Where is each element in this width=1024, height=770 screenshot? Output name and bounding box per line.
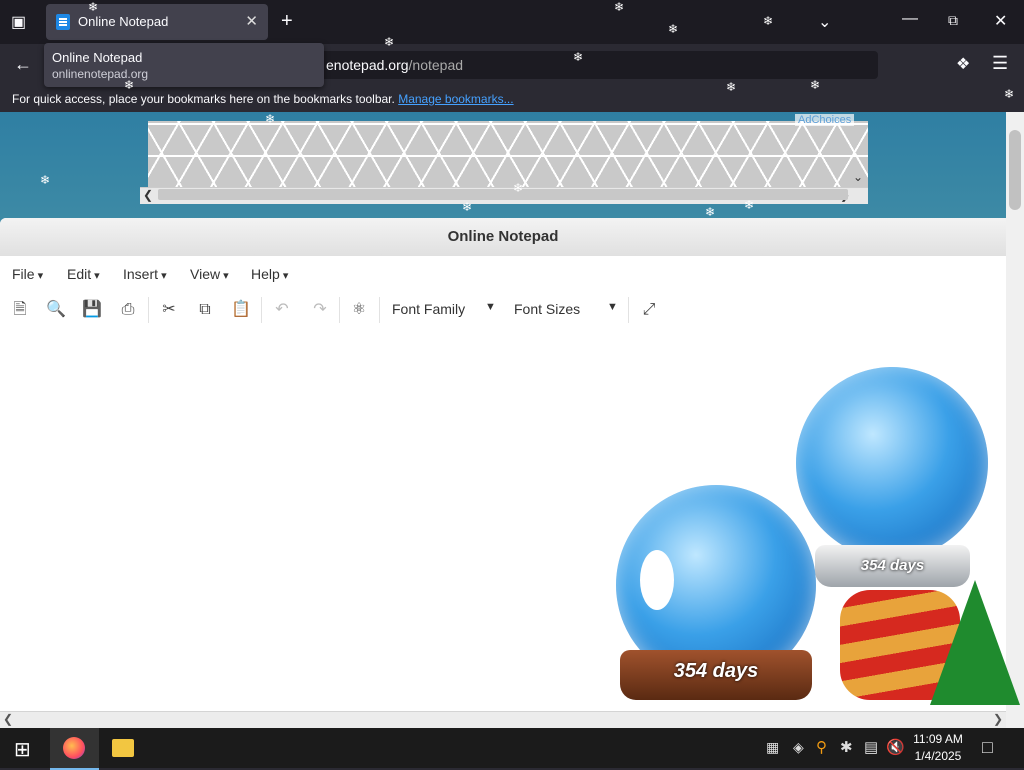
- menu-help[interactable]: Help: [251, 266, 288, 282]
- bookmarks-message: For quick access, place your bookmarks h…: [12, 92, 395, 106]
- new-document-icon[interactable]: 🗎: [10, 300, 30, 320]
- new-tab-button[interactable]: +: [281, 10, 293, 33]
- network-icon[interactable]: ▤: [864, 738, 878, 756]
- menu-view[interactable]: View: [190, 266, 229, 282]
- tab-title: Online Notepad: [78, 14, 169, 29]
- snowflake-icon: ❄: [573, 50, 584, 64]
- editor-toolbar: 🗎 🔍 💾 ⎙ ✂ ⧉ 📋 ↶ ↷ ⚛ Font Family ▼ Font S…: [0, 291, 1006, 330]
- ad-scroll-down-icon[interactable]: ⌄: [853, 170, 863, 184]
- snowflake-icon: ❄: [726, 80, 737, 94]
- adchoices-label[interactable]: AdChoices: [795, 114, 855, 126]
- menu-edit[interactable]: Edit: [67, 266, 100, 282]
- snowflake-icon: ❄: [668, 22, 679, 36]
- tab-online-notepad[interactable]: Online Notepad ✕: [46, 4, 268, 40]
- snow-globe-large: [796, 367, 988, 559]
- fullscreen-icon[interactable]: ⤢: [639, 300, 659, 320]
- font-sizes-caret-icon[interactable]: ▼: [607, 301, 618, 313]
- snowflake-icon: ❄: [124, 78, 135, 92]
- snowflake-icon: ❄: [384, 35, 395, 49]
- snowflake-icon: ❄: [763, 14, 774, 28]
- url-host: enotepad.org: [326, 57, 409, 73]
- globe-large-days-text: 354 days: [860, 557, 925, 574]
- snowflake-icon: ❄: [705, 205, 716, 219]
- globe-small-days-text: 354 days: [673, 660, 759, 682]
- snowflake-icon: ❄: [614, 0, 625, 14]
- firefox-icon: [63, 737, 85, 759]
- tray-search-icon[interactable]: ⚲: [816, 738, 827, 756]
- windows-start-icon[interactable]: ⊞: [14, 737, 31, 762]
- tab-tooltip: Online Notepad onlinenotepad.org: [44, 43, 324, 87]
- extensions-icon[interactable]: ❖: [956, 54, 970, 74]
- tray-app-icon[interactable]: ▦: [766, 739, 779, 756]
- snowflake-icon: ❄: [410, 562, 421, 576]
- snowflake-icon: ❄: [810, 78, 821, 92]
- scroll-left-icon[interactable]: ❮: [3, 712, 13, 726]
- file-explorer-icon[interactable]: [112, 739, 134, 757]
- toolbar-divider: [148, 297, 149, 323]
- toolbar-divider: [261, 297, 262, 323]
- font-family-dropdown[interactable]: Font Family: [392, 301, 465, 317]
- close-window-icon[interactable]: ✕: [994, 11, 1007, 31]
- clock-date: 1/4/2025: [914, 749, 962, 763]
- snowflake-icon: ❄: [40, 173, 51, 187]
- snowflake-icon: ❄: [88, 0, 99, 14]
- save-icon[interactable]: 💾: [82, 300, 102, 320]
- menu-insert[interactable]: Insert: [123, 266, 167, 282]
- tab-list-icon[interactable]: ▣: [11, 12, 26, 32]
- tray-bluetooth-icon[interactable]: ✱: [840, 738, 853, 756]
- scroll-right-icon[interactable]: ❯: [993, 712, 1003, 726]
- back-arrow-icon[interactable]: ←: [14, 54, 32, 75]
- close-tab-icon[interactable]: ✕: [245, 12, 258, 30]
- print-icon[interactable]: ⎙: [118, 300, 138, 320]
- tooltip-title: Online Notepad: [52, 50, 143, 65]
- manage-bookmarks-link[interactable]: Manage bookmarks...: [398, 92, 513, 106]
- toolbar-divider: [628, 297, 629, 323]
- tab-strip: ▣ Online Notepad ✕ + ⌄ — ⧉ ✕: [0, 0, 1024, 44]
- paste-icon[interactable]: 📋: [231, 300, 251, 320]
- christmas-tree-icon: [930, 580, 1020, 705]
- taskbar-clock[interactable]: 11:09 AM 1/4/2025: [908, 731, 968, 765]
- page-horizontal-scrollbar[interactable]: ❮ ❯: [0, 711, 1006, 729]
- list-all-tabs-icon[interactable]: ⌄: [818, 12, 831, 32]
- tray-droplet-icon[interactable]: ◈: [793, 739, 804, 756]
- font-sizes-dropdown[interactable]: Font Sizes: [514, 301, 580, 317]
- notepad-favicon-icon: [56, 14, 70, 30]
- snowflake-icon: ❄: [462, 200, 473, 214]
- cut-icon[interactable]: ✂: [159, 300, 179, 320]
- clock-time: 11:09 AM: [913, 732, 963, 746]
- bookmarks-toolbar: For quick access, place your bookmarks h…: [0, 86, 1024, 112]
- redo-icon[interactable]: ↷: [310, 300, 330, 320]
- notifications-icon[interactable]: □: [982, 737, 993, 758]
- toolbar-divider: [339, 297, 340, 323]
- menu-file[interactable]: File: [12, 266, 43, 282]
- volume-muted-icon[interactable]: 🔇: [886, 738, 905, 756]
- snowflake-icon: ❄: [513, 181, 524, 195]
- restore-icon[interactable]: ⧉: [948, 12, 958, 29]
- snowflake-icon: ❄: [1004, 87, 1015, 101]
- snowflake-icon: ❄: [265, 112, 276, 126]
- page-scrollbar-thumb[interactable]: [1009, 130, 1021, 210]
- windows-taskbar: ⊞ ▦ ◈ ⚲ ✱ ▤ 🔇 □: [0, 728, 1024, 770]
- toolbar-divider: [379, 297, 380, 323]
- open-document-icon[interactable]: 🔍: [46, 300, 66, 320]
- find-binoculars-icon[interactable]: ⚛: [349, 300, 369, 320]
- advertisement-banner[interactable]: [148, 121, 868, 187]
- copy-icon[interactable]: ⧉: [195, 300, 215, 320]
- ad-scroll-left-icon[interactable]: ❮: [143, 188, 153, 202]
- snow-globe-small-base: 354 days: [620, 650, 812, 700]
- snowman-icon: [640, 550, 674, 610]
- snowflake-icon: ❄: [744, 198, 755, 212]
- app-menu-icon[interactable]: ☰: [992, 53, 1008, 74]
- url-path: /notepad: [408, 57, 464, 73]
- menu-bar: File Edit Insert View Help: [0, 256, 1006, 292]
- undo-icon[interactable]: ↶: [272, 300, 292, 320]
- minimize-icon[interactable]: —: [902, 10, 918, 28]
- font-family-caret-icon[interactable]: ▼: [485, 301, 496, 313]
- address-bar[interactable]: enotepad.org/notepad: [300, 51, 878, 79]
- notepad-title: Online Notepad: [0, 218, 1006, 257]
